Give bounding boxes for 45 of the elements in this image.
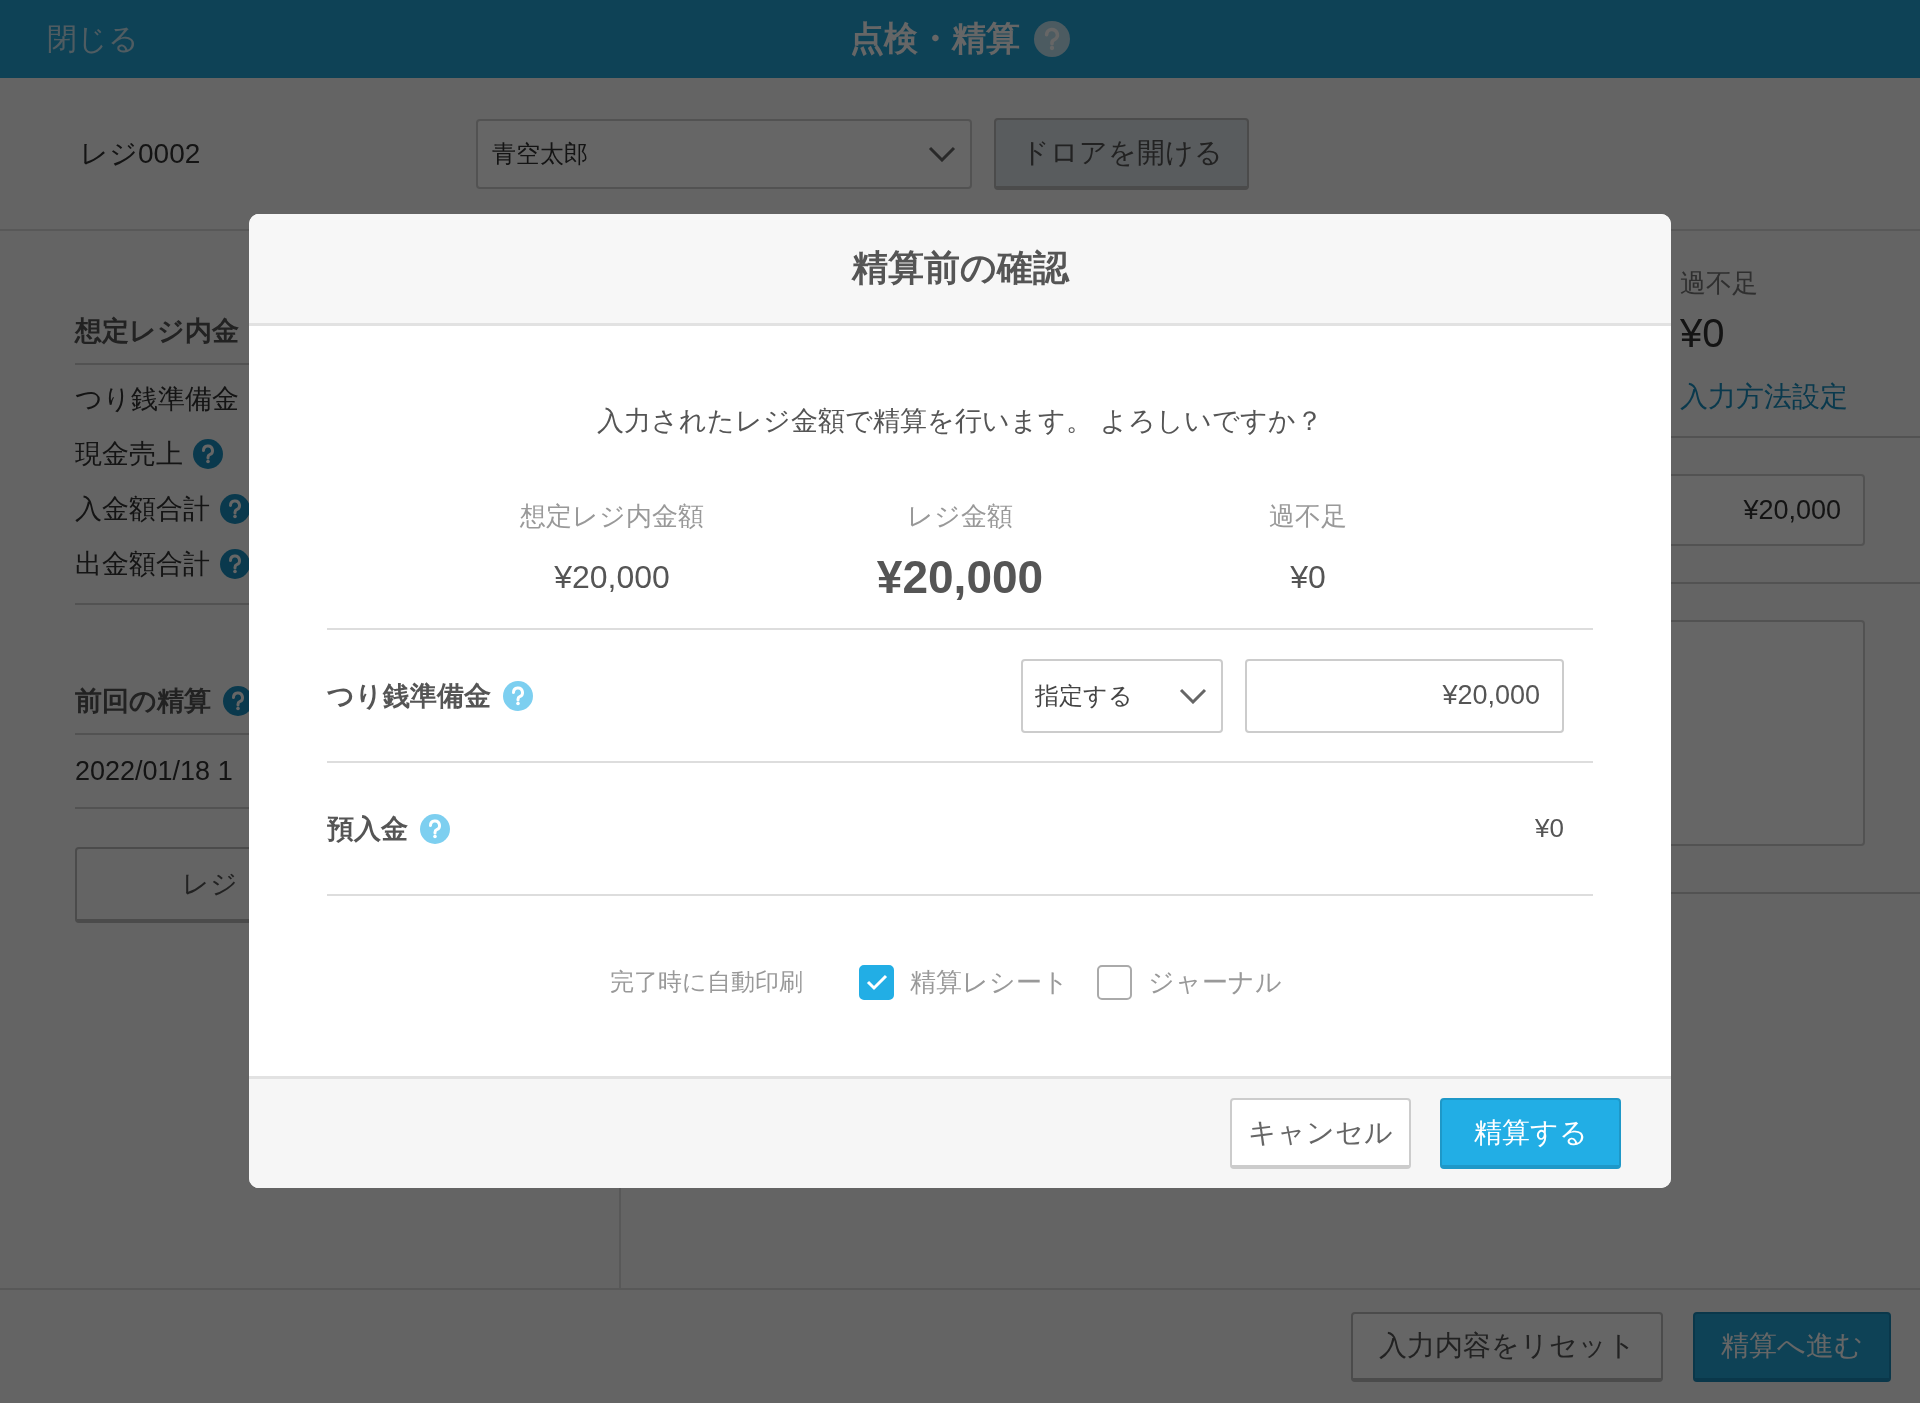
help-icon bbox=[420, 813, 450, 844]
checkbox-label: 精算レシート bbox=[910, 965, 1069, 999]
input-method-link[interactable]: 入力方法設定 bbox=[1680, 378, 1865, 416]
checkbox-label: ジャーナル bbox=[1148, 965, 1282, 999]
summary-value: ¥20,000 bbox=[554, 557, 670, 597]
summary-label: 過不足 bbox=[1269, 500, 1347, 533]
help-icon bbox=[193, 438, 223, 469]
register-name: レジ0002 bbox=[80, 136, 202, 171]
row-label: つり銭準備金 bbox=[327, 679, 491, 713]
chevron-down-icon bbox=[928, 145, 956, 162]
section-heading: 想定レジ内金 bbox=[75, 315, 239, 348]
item-label: 入金額合計 bbox=[75, 492, 210, 526]
dialog-title: 精算前の確認 bbox=[851, 246, 1069, 290]
cancel-button[interactable]: キャンセル bbox=[1230, 1098, 1411, 1169]
summary-value: ¥0 bbox=[1680, 311, 1726, 356]
settlement-date: 2022/01/18 1 bbox=[75, 755, 233, 787]
item-label: つり銭準備金 bbox=[75, 382, 239, 416]
amount-value: ¥0 bbox=[1535, 813, 1564, 844]
proceed-button[interactable]: 精算へ進む bbox=[1693, 1311, 1891, 1382]
mode-select[interactable]: 指定する bbox=[1021, 658, 1223, 733]
open-drawer-button[interactable]: ドロアを開ける bbox=[994, 117, 1249, 190]
row-label: 預入金 bbox=[327, 812, 408, 846]
print-label: 完了時に自動印刷 bbox=[610, 967, 803, 997]
summary-value: ¥20,000 bbox=[876, 552, 1044, 602]
section-heading: 前回の精算 bbox=[75, 685, 211, 718]
reset-button[interactable]: 入力内容をリセット bbox=[1351, 1311, 1663, 1382]
help-icon bbox=[1034, 21, 1070, 57]
summary-label: レジ金額 bbox=[907, 500, 1013, 533]
select-value: 青空太郎 bbox=[492, 138, 588, 169]
check-icon bbox=[865, 973, 888, 991]
select-value: 指定する bbox=[1035, 680, 1133, 711]
close-link[interactable]: 閉じる bbox=[47, 18, 139, 60]
amount-field[interactable]: ¥20,000 bbox=[1245, 658, 1564, 733]
item-label: 出金額合計 bbox=[75, 547, 210, 581]
chevron-down-icon bbox=[1179, 687, 1207, 704]
settle-button[interactable]: 精算する bbox=[1440, 1098, 1621, 1169]
page-title: 点検・精算 bbox=[850, 18, 1020, 59]
help-icon bbox=[503, 680, 533, 711]
summary-value: ¥0 bbox=[1290, 557, 1326, 597]
checkbox[interactable] bbox=[859, 964, 894, 1000]
staff-select[interactable]: 青空太郎 bbox=[476, 118, 972, 189]
summary-label: 想定レジ内金額 bbox=[520, 500, 704, 533]
confirm-message: 入力されたレジ金額で精算を行います。 よろしいですか？ bbox=[595, 405, 1325, 438]
item-label: 現金売上 bbox=[75, 437, 183, 471]
checkbox[interactable] bbox=[1097, 964, 1132, 1000]
